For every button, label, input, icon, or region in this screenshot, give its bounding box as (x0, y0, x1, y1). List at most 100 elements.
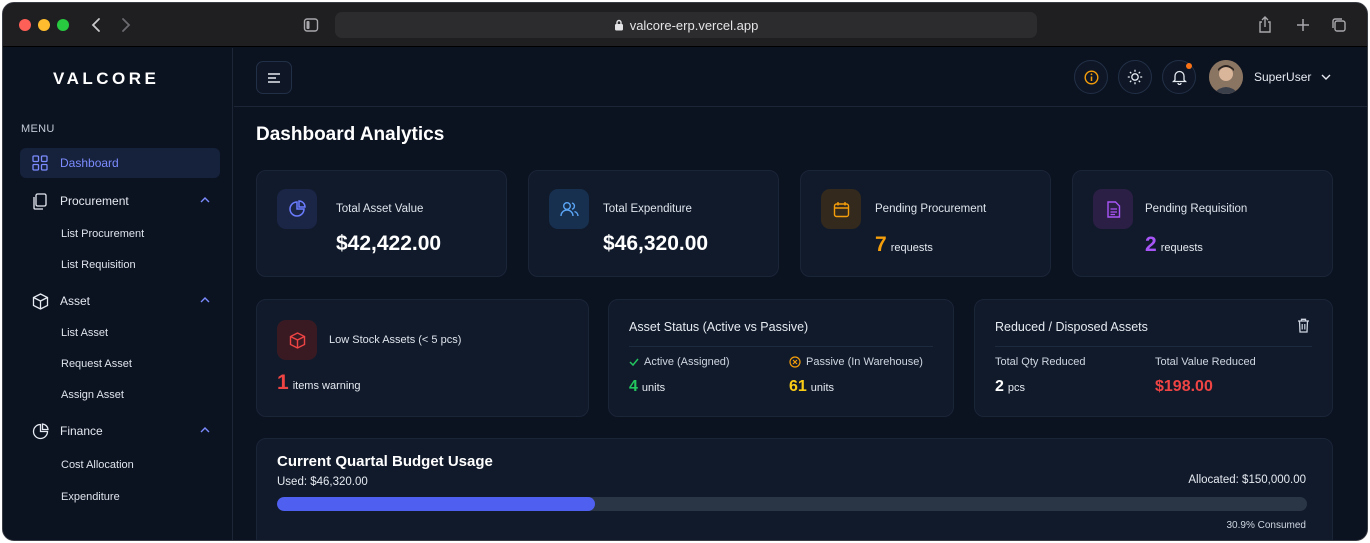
card-label: Pending Requisition (1145, 203, 1248, 215)
card-label: Total Asset Value (336, 203, 424, 215)
low-stock-count: 1 items warning (277, 371, 361, 395)
page-title: Dashboard Analytics (256, 124, 445, 145)
cube-icon (277, 320, 317, 360)
documents-icon (20, 192, 60, 210)
calendar-icon (821, 189, 861, 229)
qty-reduced-label: Total Qty Reduced (995, 356, 1086, 368)
avatar[interactable] (1209, 60, 1243, 94)
username[interactable]: SuperUser (1254, 70, 1311, 84)
count-unit: requests (1160, 242, 1203, 254)
document-icon (1093, 189, 1133, 229)
passive-label: Passive (In Warehouse) (789, 356, 923, 368)
minimize-window-button[interactable] (38, 19, 50, 31)
card-label: Pending Procurement (875, 203, 987, 215)
budget-title: Current Quartal Budget Usage (277, 453, 493, 470)
qty-reduced-value: 2 pcs (995, 378, 1026, 395)
active-label: Active (Assigned) (629, 356, 730, 368)
section-title: Asset Status (Active vs Passive) (629, 320, 809, 334)
count-unit: requests (890, 242, 933, 254)
divider (995, 346, 1312, 347)
url-text: valcore-erp.vercel.app (629, 17, 759, 33)
sidebar: VALCORE MENU Dashboard Procurement List … (3, 48, 233, 540)
browser-window: valcore-erp.vercel.app VALCORE MENU Dash… (2, 2, 1368, 541)
notifications-button[interactable] (1162, 60, 1196, 94)
sidebar-subitem-list-requisition[interactable]: List Requisition (61, 259, 136, 271)
value-reduced-value: $198.00 (1155, 378, 1213, 395)
notification-dot (1186, 63, 1192, 69)
theme-toggle-button[interactable] (1118, 60, 1152, 94)
budget-consumed: 30.9% Consumed (1226, 520, 1307, 531)
sidebar-item-label: Procurement (60, 194, 129, 208)
value-reduced-label: Total Value Reduced (1155, 356, 1256, 368)
card-label: Low Stock Assets (< 5 pcs) (329, 334, 462, 346)
users-icon (549, 189, 589, 229)
low-stock-card: Low Stock Assets (< 5 pcs) 1 items warni… (256, 299, 589, 417)
trash-icon[interactable] (1297, 318, 1310, 333)
sidebar-item-label: Dashboard (60, 156, 119, 170)
info-icon (1083, 69, 1099, 85)
total-expenditure-card: Total Expenditure $46,320.00 (528, 170, 779, 277)
main-content: SuperUser Dashboard Analytics Total Asse… (234, 48, 1367, 540)
sidebar-item-asset[interactable]: Asset (20, 286, 220, 316)
hamburger-icon (268, 72, 280, 83)
sidebar-subitem-assign-asset[interactable]: Assign Asset (61, 389, 124, 401)
sidebar-subitem-list-procurement[interactable]: List Procurement (61, 228, 144, 240)
chevron-up-icon (200, 297, 210, 303)
budget-progress-track (277, 497, 1307, 511)
budget-progress-fill (277, 497, 596, 511)
tab-overview-icon[interactable] (1329, 14, 1349, 36)
pie-chart-icon (20, 422, 60, 440)
section-title: Reduced / Disposed Assets (995, 320, 1148, 334)
sidebar-subitem-expenditure[interactable]: Expenditure (61, 491, 120, 503)
share-icon[interactable] (1255, 14, 1275, 36)
budget-used: Used: $46,320.00 (277, 476, 368, 488)
info-button[interactable] (1074, 60, 1108, 94)
back-icon[interactable] (87, 14, 105, 36)
url-bar[interactable]: valcore-erp.vercel.app (335, 12, 1037, 38)
sidebar-item-label: Asset (60, 294, 91, 308)
pending-procurement-card: Pending Procurement 7 requests (800, 170, 1051, 277)
pie-chart-icon (277, 189, 317, 229)
count-number: 2 (1145, 233, 1157, 256)
x-circle-icon (789, 356, 801, 368)
count-number: 7 (875, 233, 887, 256)
reduced-assets-card: Reduced / Disposed Assets Total Qty Redu… (974, 299, 1333, 417)
lock-icon (614, 19, 623, 31)
menu-toggle-button[interactable] (256, 61, 292, 94)
box-icon (20, 292, 60, 310)
top-bar: SuperUser (234, 48, 1367, 107)
close-window-button[interactable] (19, 19, 31, 31)
sidebar-subitem-request-asset[interactable]: Request Asset (61, 358, 132, 370)
sidebar-item-label: Finance (60, 424, 103, 438)
budget-usage-card: Current Quartal Budget Usage Used: $46,3… (256, 438, 1333, 540)
pending-procurement-count: 7 requests (875, 233, 933, 257)
chevron-down-icon[interactable] (1321, 73, 1331, 81)
sidebar-item-procurement[interactable]: Procurement (20, 186, 220, 216)
sun-icon (1127, 69, 1143, 85)
browser-titlebar: valcore-erp.vercel.app (3, 3, 1367, 47)
sidebar-toggle-icon[interactable] (301, 14, 321, 36)
chevron-up-icon (200, 427, 210, 433)
grid-icon (20, 155, 60, 171)
app-shell: VALCORE MENU Dashboard Procurement List … (3, 48, 1367, 540)
menu-label: MENU (21, 123, 55, 135)
app-logo[interactable]: VALCORE (53, 69, 159, 89)
new-tab-icon[interactable] (1293, 14, 1313, 36)
maximize-window-button[interactable] (57, 19, 69, 31)
budget-allocated: Allocated: $150,000.00 (1188, 474, 1306, 486)
card-label: Total Expenditure (603, 203, 692, 215)
bell-icon (1171, 70, 1187, 85)
check-icon (629, 358, 639, 367)
divider (629, 346, 933, 347)
sidebar-subitem-cost-allocation[interactable]: Cost Allocation (61, 459, 134, 471)
total-asset-card: Total Asset Value $42,422.00 (256, 170, 507, 277)
total-asset-value: $42,422.00 (336, 232, 442, 255)
pending-requisition-card: Pending Requisition 2 requests (1072, 170, 1333, 277)
sidebar-item-finance[interactable]: Finance (20, 416, 220, 446)
pending-requisition-count: 2 requests (1145, 233, 1203, 257)
asset-status-card: Asset Status (Active vs Passive) Active … (608, 299, 954, 417)
count-number: 1 (277, 371, 289, 394)
sidebar-item-dashboard[interactable]: Dashboard (20, 148, 220, 178)
sidebar-subitem-list-asset[interactable]: List Asset (61, 327, 108, 339)
forward-icon[interactable] (117, 14, 135, 36)
